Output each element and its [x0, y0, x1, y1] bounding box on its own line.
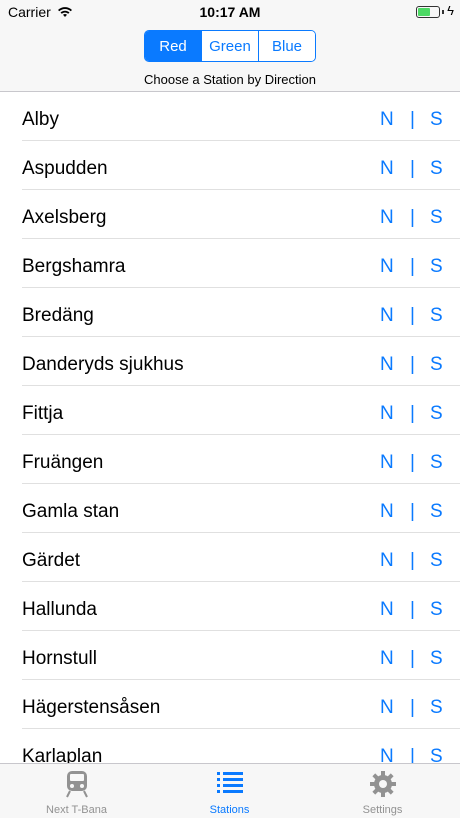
south-button[interactable]: S	[430, 141, 443, 190]
south-button[interactable]: S	[430, 190, 443, 239]
station-list[interactable]: Alby N | S Aspudden N | S Axelsberg N | S Bergshamra…	[0, 92, 460, 763]
station-row: Bredäng N | S	[0, 288, 460, 337]
north-button[interactable]: N	[380, 337, 394, 386]
direction-separator: |	[410, 354, 415, 375]
north-button[interactable]: N	[380, 386, 394, 435]
tab-bar: Next T-Bana Stations Settings	[0, 763, 460, 818]
north-button[interactable]: N	[380, 729, 394, 763]
north-button[interactable]: N	[380, 680, 394, 729]
station-row: Bergshamra N | S	[0, 239, 460, 288]
status-time: 10:17 AM	[199, 4, 261, 20]
north-button[interactable]: N	[380, 190, 394, 239]
south-button[interactable]: S	[430, 729, 443, 763]
station-name: Bergshamra	[22, 256, 126, 277]
direction-separator: |	[410, 550, 415, 571]
direction-separator: |	[410, 158, 415, 179]
station-row: Karlaplan N | S	[0, 729, 460, 763]
station-row: Fittja N | S	[0, 386, 460, 435]
station-name: Gärdet	[22, 550, 81, 571]
tab-stations[interactable]: Stations	[153, 764, 306, 818]
north-button[interactable]: N	[380, 239, 394, 288]
north-button[interactable]: N	[380, 92, 394, 141]
direction-header: Red Green Blue Choose a Station by Direc…	[0, 24, 460, 92]
station-name: Bredäng	[22, 305, 94, 326]
status-bar: Carrier 10:17 AM ϟ	[0, 0, 460, 24]
direction-separator: |	[410, 599, 415, 620]
north-button[interactable]: N	[380, 141, 394, 190]
north-button[interactable]: N	[380, 582, 394, 631]
station-name: Axelsberg	[22, 207, 107, 228]
station-row: Gamla stan N | S	[0, 484, 460, 533]
south-button[interactable]: S	[430, 533, 443, 582]
direction-separator: |	[410, 746, 415, 763]
direction-separator: |	[410, 305, 415, 326]
battery-nub	[442, 10, 444, 14]
south-button[interactable]: S	[430, 386, 443, 435]
south-button[interactable]: S	[430, 288, 443, 337]
station-name: Hornstull	[22, 648, 97, 669]
station-name: Hägerstensåsen	[22, 697, 161, 718]
direction-separator: |	[410, 452, 415, 473]
segment-green[interactable]: Green	[202, 31, 259, 61]
station-row: Hallunda N | S	[0, 582, 460, 631]
south-button[interactable]: S	[430, 337, 443, 386]
gear-icon	[369, 770, 397, 803]
segment-red[interactable]: Red	[145, 31, 202, 61]
station-row: Danderyds sjukhus N | S	[0, 337, 460, 386]
direction-separator: |	[410, 207, 415, 228]
tab-next-t-bana[interactable]: Next T-Bana	[0, 764, 153, 818]
station-name: Aspudden	[22, 158, 108, 179]
station-name: Danderyds sjukhus	[22, 354, 184, 375]
station-row: Axelsberg N | S	[0, 190, 460, 239]
direction-separator: |	[410, 648, 415, 669]
line-selector[interactable]: Red Green Blue	[144, 30, 316, 62]
south-button[interactable]: S	[430, 435, 443, 484]
segment-blue[interactable]: Blue	[259, 31, 315, 61]
list-icon	[216, 770, 244, 801]
tab-label-next-t-bana: Next T-Bana	[46, 804, 107, 816]
north-button[interactable]: N	[380, 484, 394, 533]
direction-separator: |	[410, 697, 415, 718]
south-button[interactable]: S	[430, 631, 443, 680]
south-button[interactable]: S	[430, 582, 443, 631]
direction-separator: |	[410, 501, 415, 522]
north-button[interactable]: N	[380, 288, 394, 337]
tab-settings[interactable]: Settings	[306, 764, 459, 818]
direction-separator: |	[410, 403, 415, 424]
tab-label-settings: Settings	[362, 804, 403, 816]
station-row: Gärdet N | S	[0, 533, 460, 582]
north-button[interactable]: N	[380, 435, 394, 484]
station-name: Gamla stan	[22, 501, 120, 522]
station-row: Hornstull N | S	[0, 631, 460, 680]
charging-icon: ϟ	[447, 3, 454, 18]
direction-separator: |	[410, 256, 415, 277]
south-button[interactable]: S	[430, 484, 443, 533]
station-row: Alby N | S	[0, 92, 460, 141]
station-row: Hägerstensåsen N | S	[0, 680, 460, 729]
north-button[interactable]: N	[380, 631, 394, 680]
north-button[interactable]: N	[380, 533, 394, 582]
station-name: Karlaplan	[22, 746, 103, 763]
south-button[interactable]: S	[430, 239, 443, 288]
station-name: Hallunda	[22, 599, 97, 620]
battery-icon	[416, 6, 440, 18]
station-row: Aspudden N | S	[0, 141, 460, 190]
station-row: Fruängen N | S	[0, 435, 460, 484]
south-button[interactable]: S	[430, 92, 443, 141]
station-name: Fittja	[22, 403, 64, 424]
station-name: Alby	[22, 109, 59, 130]
direction-separator: |	[410, 109, 415, 130]
south-button[interactable]: S	[430, 680, 443, 729]
station-name: Fruängen	[22, 452, 104, 473]
tab-label-stations: Stations	[209, 804, 250, 816]
direction-subtitle: Choose a Station by Direction	[144, 72, 316, 87]
train-icon	[64, 770, 90, 803]
